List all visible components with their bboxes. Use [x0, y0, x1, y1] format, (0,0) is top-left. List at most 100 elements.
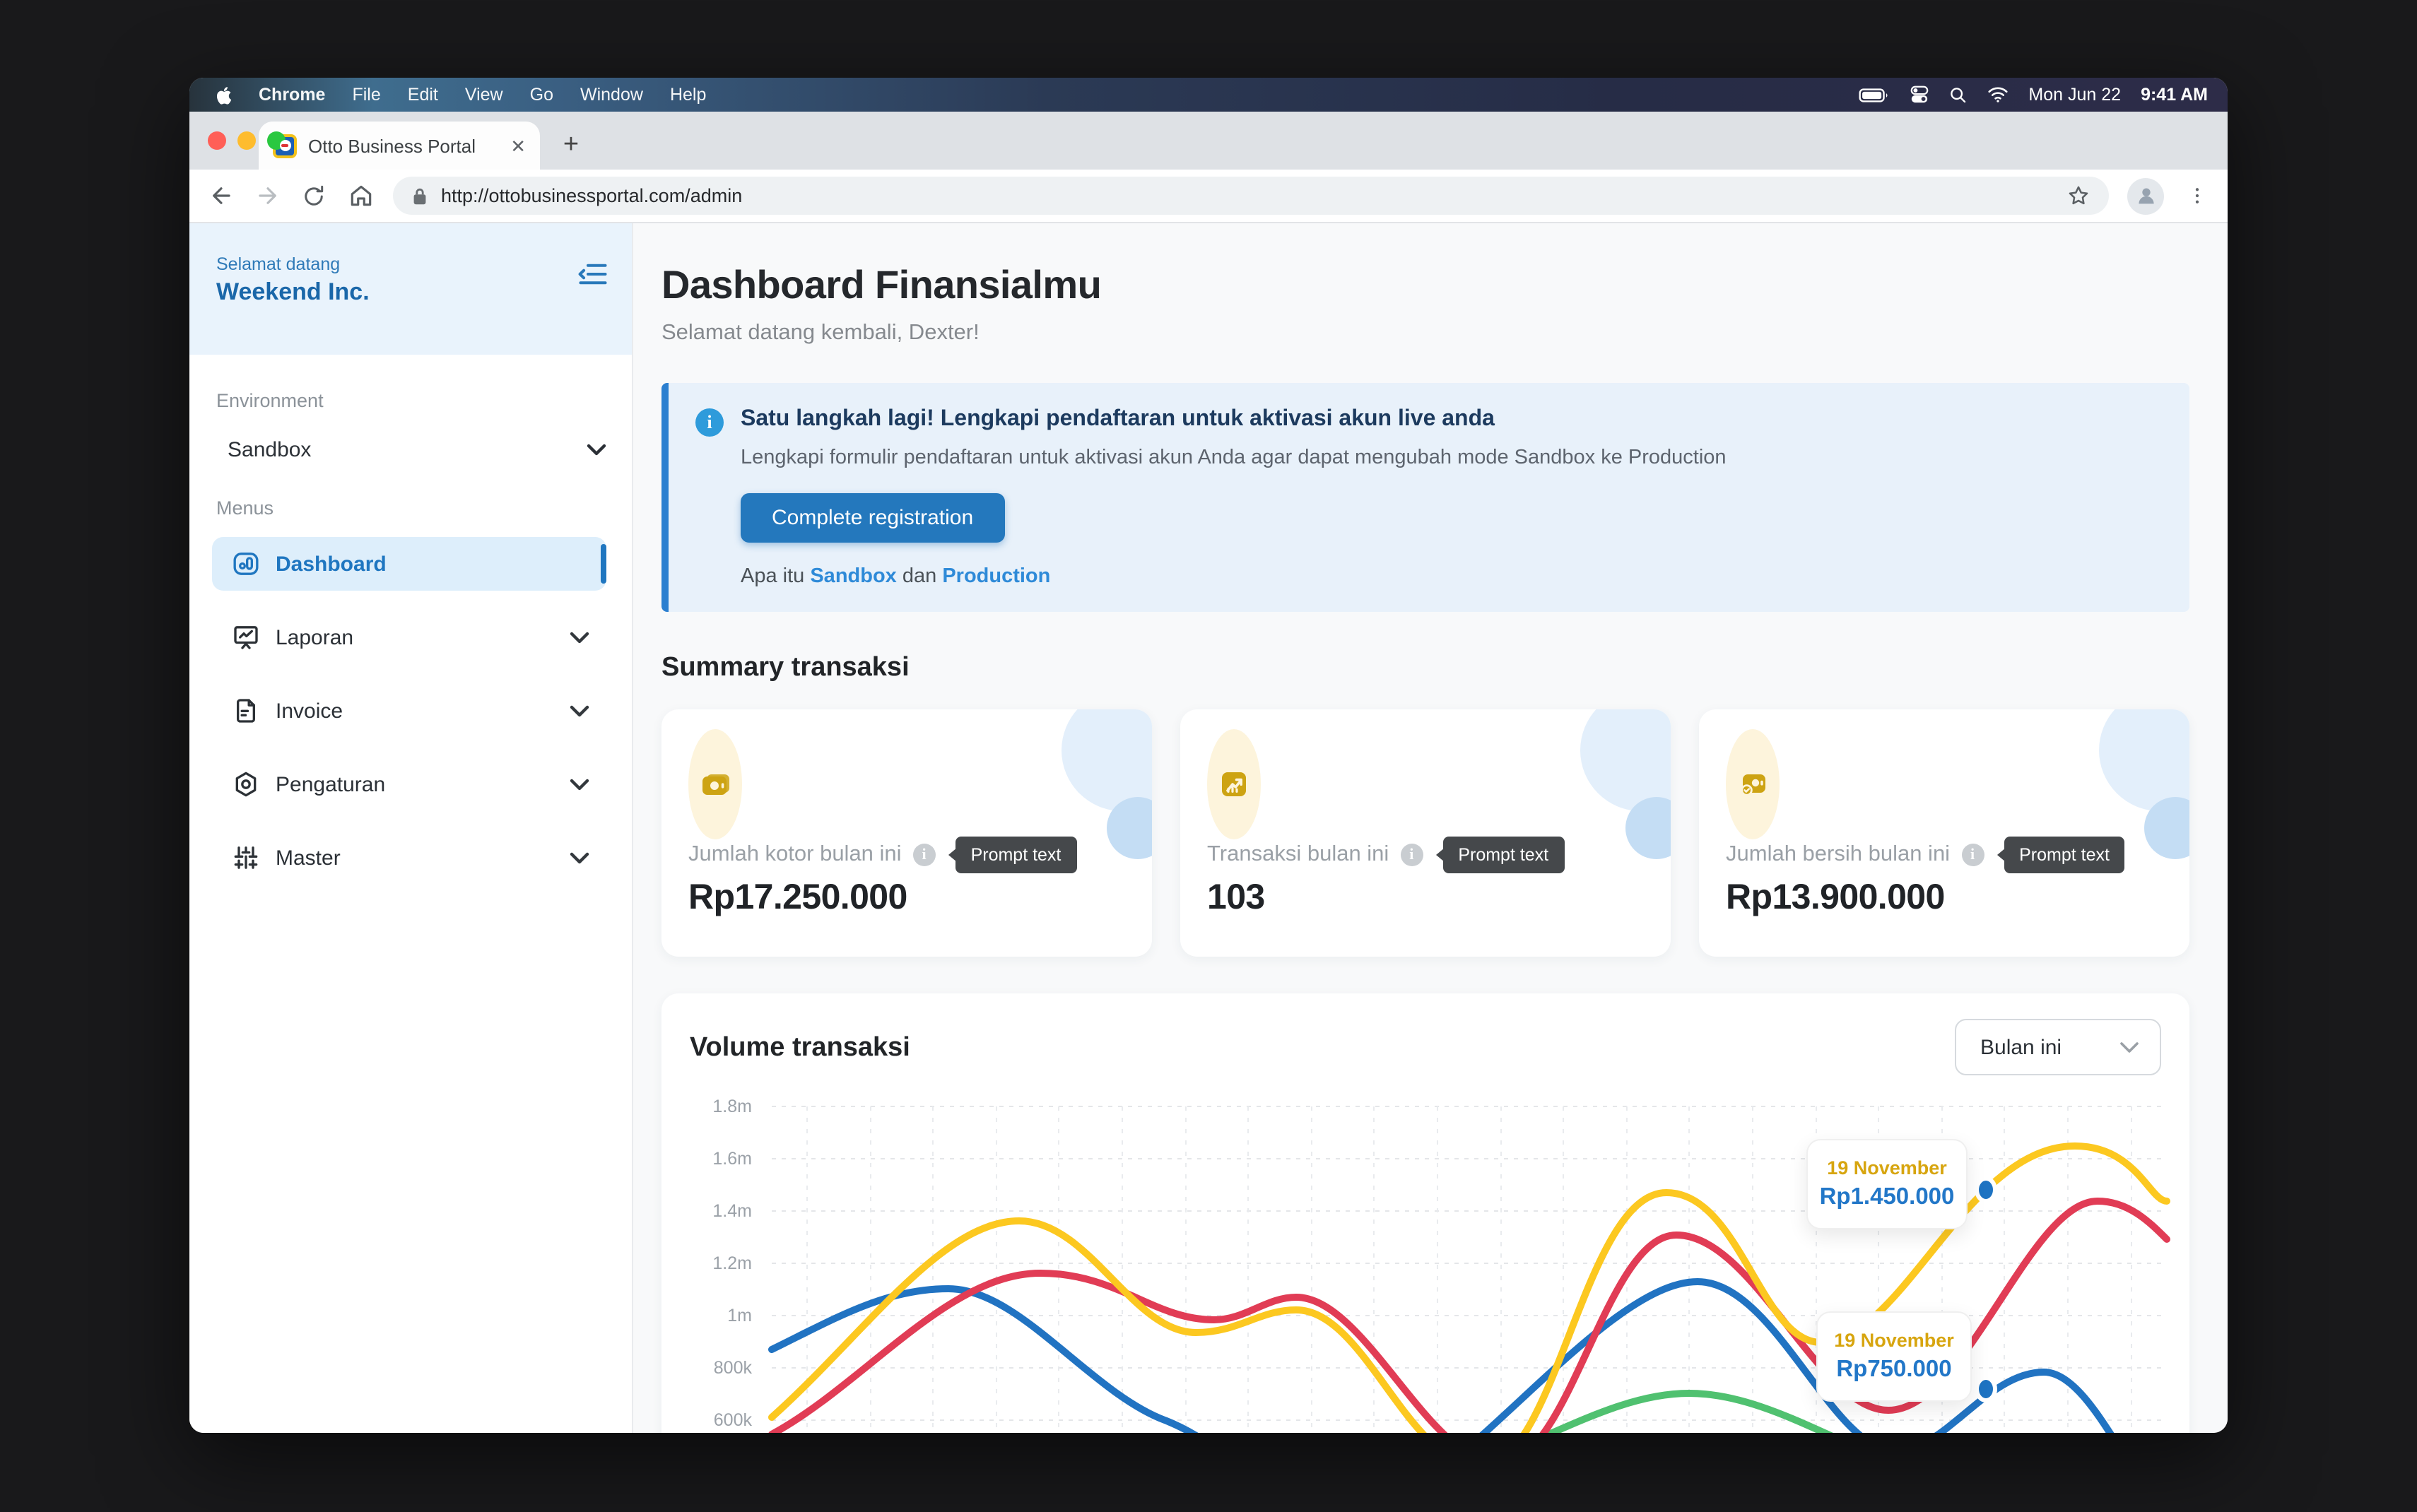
chart-up-icon	[1207, 729, 1261, 839]
reload-icon[interactable]	[300, 182, 328, 210]
sidebar-item-pengaturan[interactable]: Pengaturan	[212, 757, 606, 811]
tab-title: Otto Business Portal	[308, 135, 496, 156]
decor-circle	[1580, 709, 1671, 811]
y-tick: 600k	[714, 1410, 753, 1430]
spotlight-search-icon[interactable]	[1949, 85, 1968, 104]
browser-toolbar: http://ottobusinessportal.com/admin	[189, 170, 2228, 223]
lock-icon[interactable]	[410, 182, 428, 210]
prompt-tooltip: Prompt text	[1442, 837, 1564, 873]
dashboard-icon	[232, 550, 260, 578]
sidebar-nav: Dashboard Laporan	[189, 537, 632, 904]
menubar-app-name[interactable]: Chrome	[259, 85, 325, 105]
sidebar-item-label: Dashboard	[276, 552, 387, 576]
banner-title: Satu langkah lagi! Lengkapi pendaftaran …	[741, 407, 1727, 432]
footnote-text: dan	[897, 565, 943, 588]
sidebar: Selamat datang Weekend Inc. Environment …	[189, 223, 633, 1433]
sidebar-item-label: Master	[276, 846, 341, 870]
info-icon[interactable]: i	[1961, 844, 1984, 866]
chevron-down-icon	[570, 778, 589, 791]
wallet-check-icon	[1726, 729, 1780, 839]
environment-value: Sandbox	[228, 438, 311, 462]
sidebar-header: Selamat datang Weekend Inc.	[189, 223, 632, 355]
complete-registration-button[interactable]: Complete registration	[741, 493, 1004, 543]
summary-heading: Summary transaksi	[661, 653, 2189, 684]
period-dropdown[interactable]: Bulan ini	[1955, 1019, 2161, 1075]
prompt-tooltip: Prompt text	[955, 837, 1077, 873]
page-subtitle: Selamat datang kembali, Dexter!	[661, 321, 2189, 346]
chevron-down-icon	[570, 631, 589, 644]
macos-menubar: Chrome File Edit View Go Window Help	[189, 78, 2228, 112]
control-center-icon[interactable]	[1910, 85, 1929, 105]
banner-footnote: Apa itu Sandbox dan Production	[741, 565, 1727, 588]
forward-icon[interactable]	[253, 182, 281, 210]
card-value: 103	[1207, 878, 1265, 919]
chevron-down-icon	[2119, 1041, 2140, 1053]
menubar-view[interactable]: View	[465, 85, 503, 105]
sidebar-item-label: Invoice	[276, 699, 343, 723]
chart-tooltip: 19 November Rp750.000	[1816, 1311, 1972, 1402]
decor-circle	[1062, 709, 1152, 811]
info-icon: i	[695, 408, 724, 437]
welcome-label: Selamat datang	[216, 254, 632, 274]
card-label: Jumlah kotor bulan ini	[688, 842, 902, 868]
volume-chart-card: Volume transaksi Bulan ini 1.8m	[661, 993, 2189, 1433]
summary-card-transactions: Transaksi bulan ini i Prompt text 103	[1180, 709, 1671, 957]
tooltip-date: 19 November	[1827, 1157, 1947, 1179]
summary-card-gross: Jumlah kotor bulan ini i Prompt text Rp1…	[661, 709, 1152, 957]
browser-window: Chrome File Edit View Go Window Help	[189, 78, 2228, 1433]
info-icon[interactable]: i	[913, 844, 936, 866]
environment-label: Environment	[216, 390, 632, 411]
browser-menu-kebab-icon[interactable]	[2182, 182, 2211, 210]
summary-cards: Jumlah kotor bulan ini i Prompt text Rp1…	[661, 709, 2189, 957]
chevron-down-icon	[570, 704, 589, 717]
apple-icon[interactable]	[213, 84, 232, 105]
page-title: Dashboard Finansialmu	[661, 263, 2189, 308]
chevron-down-icon	[570, 851, 589, 864]
sidebar-item-invoice[interactable]: Invoice	[212, 684, 606, 738]
url-text[interactable]: http://ottobusinessportal.com/admin	[441, 185, 2051, 206]
minimize-window-button[interactable]	[237, 131, 256, 150]
wifi-icon[interactable]	[1987, 86, 2009, 103]
y-tick: 1.2m	[712, 1253, 752, 1273]
active-indicator	[600, 544, 606, 584]
invoice-document-icon	[232, 697, 260, 725]
sidebar-item-laporan[interactable]: Laporan	[212, 610, 606, 664]
sidebar-item-label: Pengaturan	[276, 772, 385, 796]
sidebar-item-master[interactable]: Master	[212, 831, 606, 885]
tab-close-icon[interactable]: ✕	[507, 134, 529, 158]
home-icon[interactable]	[346, 182, 375, 210]
card-value: Rp17.250.000	[688, 878, 907, 919]
bookmark-star-icon[interactable]	[2064, 182, 2092, 210]
profile-avatar[interactable]	[2127, 177, 2164, 214]
address-bar[interactable]: http://ottobusinessportal.com/admin	[393, 177, 2109, 215]
new-tab-button[interactable]: +	[551, 126, 591, 165]
sidebar-item-label: Laporan	[276, 625, 353, 649]
menubar-time: 9:41 AM	[2141, 85, 2208, 105]
sidebar-collapse-icon[interactable]	[578, 261, 608, 287]
tooltip-value: Rp1.450.000	[1820, 1184, 1955, 1211]
banner-description: Lengkapi formulir pendaftaran untuk akti…	[741, 447, 1727, 469]
battery-icon[interactable]	[1859, 87, 1890, 102]
sandbox-link[interactable]: Sandbox	[810, 565, 896, 588]
period-value: Bulan ini	[1980, 1035, 2062, 1059]
sidebar-item-dashboard[interactable]: Dashboard	[212, 537, 606, 591]
back-icon[interactable]	[206, 182, 235, 210]
menubar-edit[interactable]: Edit	[408, 85, 438, 105]
settings-nut-icon	[232, 770, 260, 798]
menubar-window[interactable]: Window	[580, 85, 643, 105]
menubar-help[interactable]: Help	[670, 85, 706, 105]
environment-select[interactable]: Sandbox	[228, 438, 606, 462]
menubar-file[interactable]: File	[352, 85, 380, 105]
footnote-text: Apa itu	[741, 565, 810, 588]
summary-card-net: Jumlah bersih bulan ini i Prompt text Rp…	[1699, 709, 2189, 957]
menubar-date: Mon Jun 22	[2028, 85, 2121, 105]
close-window-button[interactable]	[208, 131, 226, 150]
production-link[interactable]: Production	[942, 565, 1050, 588]
menubar-go[interactable]: Go	[530, 85, 553, 105]
tab-strip: Otto Business Portal ✕ +	[189, 112, 2228, 170]
info-icon[interactable]: i	[1400, 844, 1423, 866]
browser-tab[interactable]: Otto Business Portal ✕	[259, 122, 540, 170]
card-label: Transaksi bulan ini	[1207, 842, 1389, 868]
chevron-down-icon	[587, 444, 606, 456]
tooltip-value: Rp750.000	[1836, 1357, 1951, 1383]
